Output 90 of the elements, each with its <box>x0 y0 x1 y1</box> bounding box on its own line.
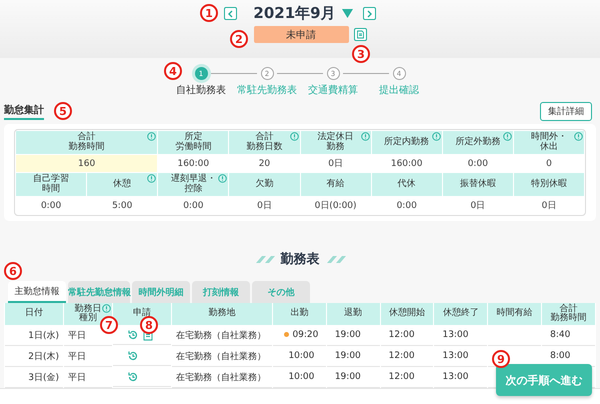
summary-header-label: 時間外・ <box>530 133 567 142</box>
column-header: 時間有給 <box>496 309 533 319</box>
summary-header-label: 休出 <box>540 142 558 152</box>
summary-header-label: 休憩 <box>113 180 132 190</box>
summary-header-label: 法定休日 <box>318 133 354 142</box>
info-icon[interactable] <box>147 174 156 183</box>
tab[interactable]: 時間外明細 <box>132 281 190 303</box>
callout-number: 6 <box>4 262 22 280</box>
chevron-left-icon <box>226 10 235 18</box>
summary-header-label: 振替休暇 <box>460 180 496 190</box>
table-cell: 10:00 <box>288 372 314 382</box>
column-header: 合計 <box>560 304 578 314</box>
summary-header-label: 合計 <box>255 133 274 142</box>
column-header: 休憩開始 <box>389 309 426 319</box>
table-cell: 平日 <box>64 346 112 367</box>
tab[interactable]: 常駐先勤怠情報 <box>68 281 130 303</box>
table-cell: 8:40 <box>542 325 595 346</box>
step-label[interactable]: 交通費精算 <box>308 83 358 97</box>
table-cell: 在宅勤務（自社業務） <box>172 346 272 367</box>
table-cell: 12:00 <box>380 325 434 346</box>
step-label[interactable]: 常駐先勤務表 <box>237 83 297 97</box>
info-icon[interactable] <box>360 132 370 141</box>
summary-header-label: 勤務日数 <box>246 142 282 152</box>
step-label[interactable]: 提出確認 <box>379 83 419 97</box>
column-header: 日付 <box>25 309 43 319</box>
section-title: 勤怠集計 <box>4 102 44 120</box>
slash-decoration-icon <box>326 256 346 262</box>
summary-header-label: 勤務 <box>326 142 345 152</box>
tab[interactable]: 打刻情報 <box>192 281 250 303</box>
info-icon[interactable] <box>218 174 228 183</box>
status-badge: 未申請 <box>254 26 348 43</box>
table-cell: 12:00 <box>380 346 434 367</box>
tab[interactable]: 主勤怠情報 <box>8 281 66 303</box>
summary-header-label: 所定内勤務 <box>384 138 430 148</box>
document-icon <box>356 30 364 39</box>
table-cell: 13:00 <box>434 325 488 346</box>
summary-header-label: 有給 <box>326 180 345 190</box>
column-header: 種別 <box>79 314 97 324</box>
column-header: 退勤 <box>344 309 362 319</box>
column-header: 勤務地 <box>208 309 236 319</box>
column-header: 休憩終了 <box>442 309 479 319</box>
table-cell: 19:00 <box>326 325 380 346</box>
next-month-button[interactable] <box>362 7 376 20</box>
tab[interactable]: その他 <box>252 281 310 303</box>
info-icon[interactable] <box>290 132 298 141</box>
callout-number: 3 <box>352 45 370 63</box>
callout-number: 4 <box>164 62 182 80</box>
summary-header-label: 勤務時間 <box>68 142 105 152</box>
summary-header-label: 所定外勤務 <box>455 138 500 148</box>
slash-decoration-icon <box>254 256 274 262</box>
previous-month-button[interactable] <box>224 7 238 20</box>
table-cell: 19:00 <box>326 346 380 367</box>
column-header: 申請 <box>133 309 151 319</box>
clock-history-icon[interactable] <box>127 370 139 382</box>
column-header: 勤務時間 <box>550 314 587 324</box>
clock-history-icon[interactable] <box>127 350 139 362</box>
summary-value-cell: 160 <box>16 155 158 172</box>
summary-header-label: 所定 <box>184 133 202 142</box>
info-icon[interactable] <box>102 304 111 313</box>
table-cell: 13:00 <box>434 346 488 367</box>
summary-detail-button[interactable]: 集計詳細 <box>540 102 592 120</box>
summary-header-label: 控除 <box>184 184 202 194</box>
next-step-button[interactable]: 次の手順へ進む <box>496 364 592 396</box>
table-cell: 2日(木) <box>5 346 63 367</box>
history-button[interactable] <box>354 28 366 41</box>
table-cell: 在宅勤務（自社業務） <box>172 325 272 346</box>
callout-number: 5 <box>54 102 72 120</box>
summary-header-label: 特別休暇 <box>530 180 567 190</box>
table-cell: 10:00 <box>288 351 314 361</box>
table-cell: 09:20 <box>292 330 318 340</box>
month-title: 2021年9月 <box>253 4 336 23</box>
info-icon[interactable] <box>574 132 583 141</box>
dropdown-triangle-icon[interactable] <box>342 9 353 18</box>
info-icon[interactable] <box>432 132 441 141</box>
summary-header-label: 時間 <box>42 184 60 194</box>
step-label[interactable]: 自社勤務表 <box>176 83 226 97</box>
table-cell: 1日(水) <box>5 325 63 346</box>
column-header: 出勤 <box>290 309 308 319</box>
summary-header-label: 遅刻早退・ <box>170 175 216 184</box>
summary-header-label: 自己学習 <box>33 175 70 184</box>
info-icon[interactable] <box>502 132 512 141</box>
info-icon[interactable] <box>147 132 156 141</box>
clock-history-icon[interactable] <box>127 328 139 340</box>
summary-header-label: 代休 <box>398 180 416 190</box>
summary-header-label: 合計 <box>78 133 96 142</box>
summary-header-label: 労働時間 <box>175 142 212 152</box>
column-header: 勤務日 <box>74 304 102 314</box>
chevron-right-icon <box>365 10 374 18</box>
summary-header-label: 欠勤 <box>255 180 274 190</box>
sheet-title: 勤務表 <box>280 251 320 268</box>
